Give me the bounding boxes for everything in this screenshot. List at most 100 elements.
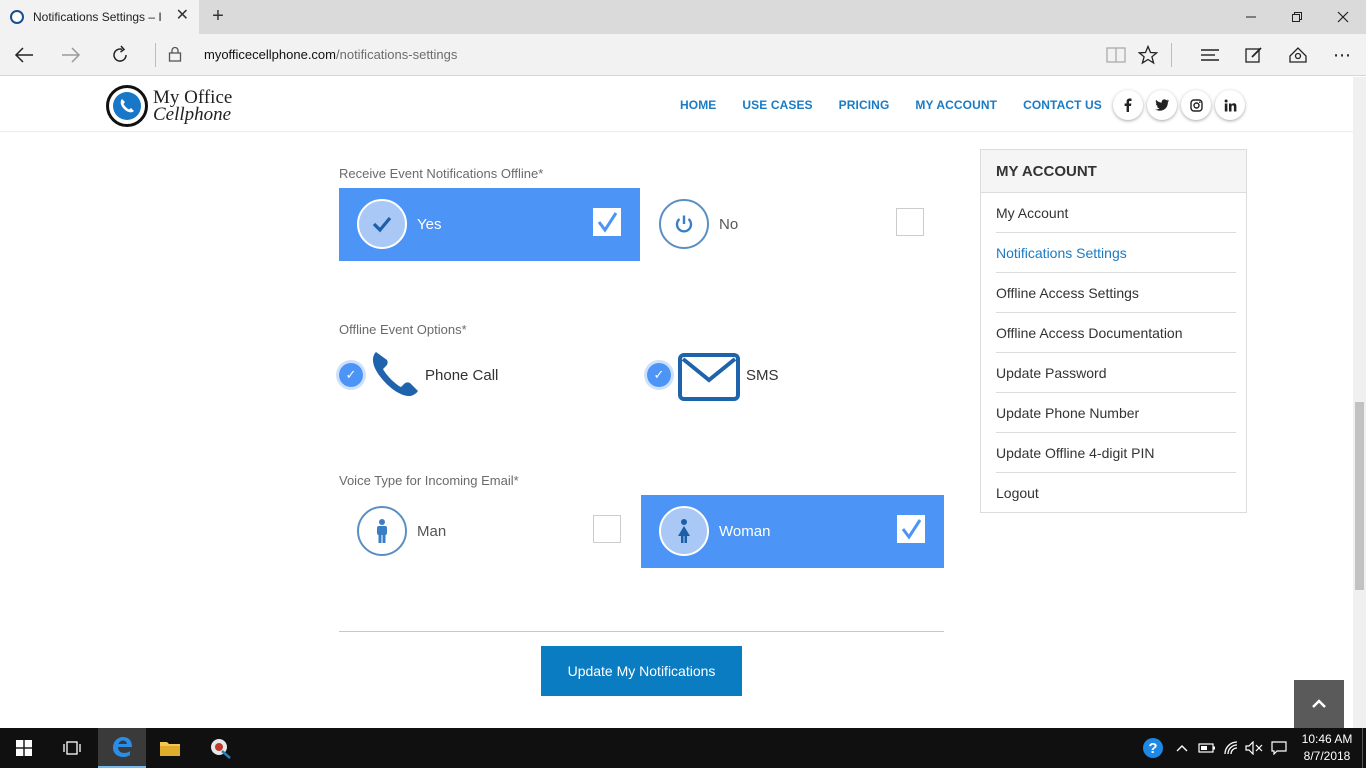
option-woman[interactable]: Woman (641, 495, 944, 568)
nav-my-account[interactable]: MY ACCOUNT (915, 98, 997, 112)
logo-phone-icon (106, 85, 148, 127)
sidebar-item-update-phone-number[interactable]: Update Phone Number (996, 393, 1236, 433)
no-checkbox[interactable] (896, 208, 924, 236)
chevron-up-icon (1312, 699, 1326, 708)
option-no-label: No (719, 216, 739, 233)
sidebar-item-notifications-settings[interactable]: Notifications Settings (996, 233, 1236, 273)
restore-icon (1292, 12, 1302, 22)
logo-text: My Office Cellphone (153, 88, 232, 125)
clock-date: 8/7/2018 (1303, 749, 1351, 763)
check-circle-icon (357, 199, 407, 249)
power-icon (659, 199, 709, 249)
close-window-button[interactable] (1320, 0, 1366, 34)
facebook-icon (1124, 98, 1132, 112)
edge-icon (113, 737, 132, 757)
network-tray-button[interactable] (1221, 728, 1243, 768)
messages-tray-button[interactable] (1268, 728, 1290, 768)
man-icon (357, 506, 407, 556)
sidebar-item-offline-access-settings[interactable]: Offline Access Settings (996, 273, 1236, 313)
favorite-button[interactable] (1128, 34, 1168, 76)
share-button[interactable] (1278, 34, 1318, 76)
main-nav: HOME USE CASES PRICING MY ACCOUNT CONTAC… (680, 77, 1128, 132)
option-man[interactable]: Man (339, 495, 640, 568)
tab-close-icon[interactable]: ✕ (176, 8, 189, 24)
instagram-icon (1189, 98, 1203, 112)
tab-title: Notifications Settings – I (33, 10, 162, 24)
sidebar-item-logout[interactable]: Logout (996, 473, 1236, 513)
battery-tray-button[interactable] (1196, 728, 1218, 768)
logo-line2: Cellphone (153, 104, 232, 125)
sidebar-item-update-password[interactable]: Update Password (996, 353, 1236, 393)
social-links (1113, 90, 1249, 120)
forward-button[interactable] (51, 34, 91, 76)
show-desktop-button[interactable] (1362, 728, 1366, 768)
folder-icon (160, 742, 180, 756)
phone-call-checkbox[interactable]: ✓ (339, 363, 363, 387)
sidebar-item-offline-access-documentation[interactable]: Offline Access Documentation (996, 313, 1236, 353)
file-explorer-button[interactable] (146, 728, 194, 768)
browser-address-bar: myofficecellphone.com/notifications-sett… (0, 34, 1366, 76)
arrow-right-icon (62, 47, 81, 63)
clock-time: 10:46 AM (1301, 732, 1353, 746)
hub-icon (1201, 49, 1219, 61)
minimize-button[interactable] (1228, 0, 1274, 34)
edge-taskbar-button[interactable] (98, 728, 146, 768)
back-to-top-button[interactable] (1294, 680, 1344, 728)
option-yes[interactable]: Yes (339, 188, 640, 261)
sms-checkbox[interactable]: ✓ (647, 363, 671, 387)
message-icon (1271, 741, 1287, 755)
minimize-icon (1246, 16, 1256, 18)
wifi-icon (1224, 741, 1238, 755)
url-domain: myofficecellphone.com (204, 47, 336, 62)
new-tab-button[interactable]: + (207, 5, 229, 28)
back-button[interactable] (4, 34, 44, 76)
site-header: My Office Cellphone HOME USE CASES PRICI… (0, 77, 1366, 132)
restore-button[interactable] (1274, 0, 1320, 34)
page-scrollbar[interactable] (1353, 77, 1366, 728)
yes-checkbox[interactable] (593, 208, 621, 236)
ellipsis-icon: ⋯ (1333, 44, 1351, 65)
instagram-button[interactable] (1181, 90, 1211, 120)
option-yes-label: Yes (417, 216, 442, 233)
task-view-button[interactable] (48, 728, 96, 768)
option-man-label: Man (417, 523, 447, 540)
twitter-button[interactable] (1147, 90, 1177, 120)
divider (1171, 43, 1172, 67)
refresh-button[interactable] (100, 34, 140, 76)
more-button[interactable]: ⋯ (1322, 34, 1362, 76)
twitter-icon (1155, 99, 1169, 111)
linkedin-button[interactable] (1215, 90, 1245, 120)
facebook-button[interactable] (1113, 90, 1143, 120)
task-view-icon (63, 741, 81, 755)
app-icon (211, 739, 231, 759)
help-tray-button[interactable]: ? (1141, 728, 1165, 768)
hub-button[interactable] (1190, 34, 1230, 76)
sidebar-item-update-offline-pin[interactable]: Update Offline 4-digit PIN (996, 433, 1236, 473)
option-no[interactable]: No (640, 188, 944, 261)
start-button[interactable] (0, 728, 48, 768)
system-clock[interactable]: 10:46 AM 8/7/2018 (1296, 731, 1358, 765)
nav-home[interactable]: HOME (680, 98, 716, 112)
lock-icon (168, 46, 182, 62)
volume-tray-button[interactable] (1243, 728, 1265, 768)
form-divider (339, 631, 944, 632)
sidebar-item-my-account[interactable]: My Account (996, 193, 1236, 233)
show-hidden-icons-button[interactable] (1173, 728, 1191, 768)
url-input[interactable]: myofficecellphone.com/notifications-sett… (204, 47, 457, 62)
sms-label: SMS (746, 367, 779, 384)
checkmark-icon (901, 519, 922, 540)
app-taskbar-button[interactable] (196, 728, 244, 768)
nav-pricing[interactable]: PRICING (839, 98, 890, 112)
linkedin-icon (1224, 99, 1236, 111)
site-logo[interactable]: My Office Cellphone (106, 85, 232, 127)
svg-text:?: ? (1148, 740, 1157, 757)
help-icon: ? (1143, 738, 1163, 758)
notes-button[interactable] (1234, 34, 1274, 76)
browser-tab[interactable]: Notifications Settings – I ✕ (0, 0, 199, 34)
nav-use-cases[interactable]: USE CASES (742, 98, 812, 112)
nav-contact-us[interactable]: CONTACT US (1023, 98, 1102, 112)
woman-checkbox[interactable] (897, 515, 925, 543)
scroll-thumb[interactable] (1355, 402, 1364, 590)
man-checkbox[interactable] (593, 515, 621, 543)
update-notifications-button[interactable]: Update My Notifications (541, 646, 742, 696)
